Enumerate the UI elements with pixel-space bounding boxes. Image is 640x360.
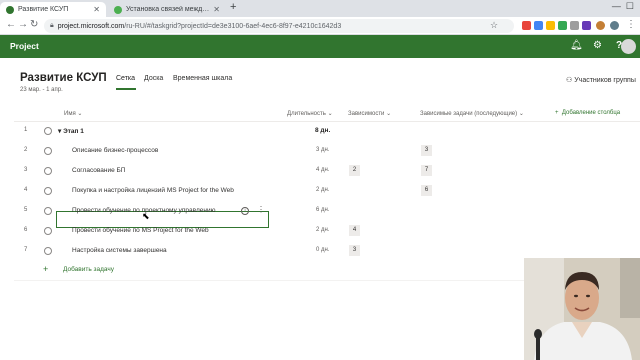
task-duration[interactable]: 2 дн.: [316, 187, 330, 193]
table-row[interactable]: 6 Провести обучение по MS Project for th…: [14, 221, 640, 241]
info-icon[interactable]: i: [241, 207, 249, 215]
back-icon[interactable]: ←: [6, 19, 16, 30]
task-name[interactable]: ▾ Этап 1: [58, 127, 84, 135]
tab-favicon-icon: [114, 5, 122, 14]
extension-icon[interactable]: [582, 21, 591, 30]
task-duration[interactable]: 0 дн.: [316, 247, 330, 253]
task-complete-checkbox[interactable]: [44, 147, 52, 155]
row-number: 2: [24, 147, 28, 153]
task-complete-checkbox[interactable]: [44, 167, 52, 175]
successor-badge[interactable]: 7: [421, 165, 432, 176]
task-duration[interactable]: 4 дн.: [316, 167, 330, 173]
task-complete-checkbox[interactable]: [44, 127, 52, 135]
browser-tab-inactive[interactable]: Установка связей между задач... ✕: [108, 2, 226, 17]
chevron-down-icon: ⌄: [327, 111, 333, 117]
project-title[interactable]: Развитие КСУП: [20, 72, 107, 84]
avatar[interactable]: [621, 39, 636, 54]
plus-icon: +: [555, 110, 559, 116]
tab-grid[interactable]: Сетка: [116, 75, 135, 82]
project-favicon-icon: [6, 5, 14, 14]
extension-icon[interactable]: [558, 21, 567, 30]
tab-timeline[interactable]: Временная шкала: [173, 75, 232, 82]
task-complete-checkbox[interactable]: [44, 227, 52, 235]
browser-tab-title: Развитие КСУП: [18, 6, 69, 13]
dependency-badge[interactable]: 2: [349, 165, 360, 176]
app-name[interactable]: Project: [10, 41, 39, 51]
lock-icon: 🔒︎: [50, 22, 54, 29]
browser-toolbar: ← → ↻ 🔒︎ project.microsoft.com/ru-RU/#/t…: [0, 17, 640, 35]
more-options-icon[interactable]: ⋮: [257, 205, 265, 214]
extension-icon[interactable]: [522, 21, 531, 30]
close-tab-icon[interactable]: ✕: [213, 5, 220, 14]
column-header-successors[interactable]: Зависимые задачи (последующие) ⌄: [420, 110, 524, 117]
column-header-name[interactable]: Имя ⌄: [64, 110, 82, 117]
reload-icon[interactable]: ↻: [30, 19, 38, 30]
row-number: 1: [24, 127, 28, 133]
task-duration[interactable]: 8 дн.: [315, 127, 330, 134]
row-number: 7: [24, 247, 28, 253]
presenter-photo: [524, 258, 640, 360]
extension-icon[interactable]: [570, 21, 579, 30]
task-complete-checkbox[interactable]: [44, 207, 52, 215]
members-button[interactable]: ⚇ Участников группы: [566, 76, 636, 84]
add-column-button[interactable]: + Добавление столбца: [555, 110, 620, 116]
task-name[interactable]: Провести обучение по MS Project for the …: [72, 227, 209, 234]
successor-badge[interactable]: 3: [421, 145, 432, 156]
row-number: 6: [24, 227, 28, 233]
row-number: 4: [24, 187, 28, 193]
row-number: 5: [24, 207, 28, 213]
column-header-dependencies[interactable]: Зависимости ⌄: [348, 110, 391, 117]
table-row[interactable]: 2 Описание бизнес-процессов 3 дн. 3: [14, 141, 640, 161]
task-duration[interactable]: 6 дн.: [316, 207, 330, 213]
profile-avatar[interactable]: [610, 21, 619, 30]
members-label: Участников группы: [574, 77, 636, 84]
browser-menu-icon[interactable]: ⋮: [626, 19, 636, 30]
plus-icon[interactable]: +: [43, 264, 48, 274]
task-name[interactable]: Настройка системы завершена: [72, 247, 167, 254]
task-name[interactable]: Описание бизнес-процессов: [72, 147, 158, 154]
url-host: project.microsoft.com: [57, 22, 125, 30]
app-header: Project 🔔︎ ⚙ ?: [0, 35, 640, 58]
task-name[interactable]: Согласование БП: [72, 167, 125, 174]
browser-tab-title: Установка связей между задач...: [126, 6, 210, 13]
project-dates: 23 мар. - 1 апр.: [20, 87, 63, 93]
window-controls-icon[interactable]: — ☐: [612, 1, 634, 12]
new-tab-button[interactable]: +: [230, 1, 236, 13]
forward-icon[interactable]: →: [18, 19, 28, 30]
table-row[interactable]: 3 Согласование БП 4 дн. 2 7: [14, 161, 640, 181]
caret-down-icon[interactable]: ▾: [58, 128, 61, 135]
task-complete-checkbox[interactable]: [44, 187, 52, 195]
successor-badge[interactable]: 6: [421, 185, 432, 196]
close-tab-icon[interactable]: ✕: [93, 5, 100, 14]
browser-tab-strip: Развитие КСУП ✕ Установка связей между з…: [0, 0, 640, 17]
chevron-down-icon: ⌄: [77, 111, 83, 117]
chevron-down-icon: ⌄: [386, 111, 392, 117]
table-row[interactable]: 4 Покупка и настройка лицензий MS Projec…: [14, 181, 640, 201]
task-name[interactable]: Покупка и настройка лицензий MS Project …: [72, 187, 234, 194]
bell-icon[interactable]: 🔔︎: [570, 40, 583, 51]
column-header-duration[interactable]: Длительность ⌄: [287, 110, 333, 117]
browser-tab-active[interactable]: Развитие КСУП ✕: [0, 2, 106, 17]
active-tab-indicator: [116, 88, 136, 90]
webcam-video: [524, 258, 640, 360]
gear-icon[interactable]: ⚙: [593, 40, 602, 51]
dependency-badge[interactable]: 3: [349, 245, 360, 256]
row-number: 3: [24, 167, 28, 173]
dependency-badge[interactable]: 4: [349, 225, 360, 236]
profile-avatar[interactable]: [596, 21, 605, 30]
task-complete-checkbox[interactable]: [44, 247, 52, 255]
bookmark-star-icon[interactable]: ☆: [490, 20, 498, 31]
tab-board[interactable]: Доска: [144, 75, 163, 82]
task-duration[interactable]: 3 дн.: [316, 147, 330, 153]
chevron-down-icon: ⌄: [518, 111, 524, 117]
add-task-button[interactable]: Добавить задачу: [63, 266, 114, 273]
people-icon: ⚇: [566, 77, 573, 84]
extension-icon[interactable]: [534, 21, 543, 30]
table-row[interactable]: 5 Провести обучение по проектному управл…: [14, 201, 640, 221]
task-duration[interactable]: 2 дн.: [316, 227, 330, 233]
address-bar[interactable]: 🔒︎ project.microsoft.com/ru-RU/#/taskgri…: [44, 19, 514, 33]
extension-icon[interactable]: [546, 21, 555, 30]
table-row[interactable]: 1 ▾ Этап 1 8 дн.: [14, 121, 640, 141]
url-path: /ru-RU/#/taskgrid?projectId=de3e3100-6ae…: [124, 22, 342, 30]
